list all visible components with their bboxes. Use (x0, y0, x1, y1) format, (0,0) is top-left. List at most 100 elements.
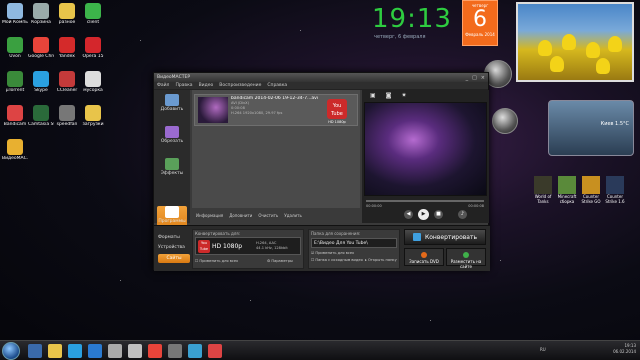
taskbar-app-icon[interactable] (208, 344, 222, 358)
game-shortcut[interactable]: World of Tanks (532, 176, 554, 204)
format-selector[interactable]: You Tube HD 1080p H.264, AAC 44.1 kHz, 12… (195, 237, 301, 255)
shortcut-icon (59, 3, 75, 19)
desktop-icon[interactable]: Bandicam (2, 105, 28, 127)
desktop-icon-label: µTorrent (5, 88, 25, 93)
devices-tab[interactable]: Устройства (158, 245, 190, 250)
menu-edit[interactable]: Правка (175, 83, 192, 88)
trim-button[interactable]: Обрезать (157, 126, 187, 154)
taskbar: RU 19:13 06.02.2014 (0, 340, 640, 360)
preview-panel: ▣ ◙ ✷ 00:00:00 00:00:08 ◀ ▶ ■ ♪ (362, 90, 489, 223)
effects-button[interactable]: Эффекты (157, 158, 187, 186)
convert-button[interactable]: Конвертировать (404, 229, 486, 245)
crop-icon[interactable]: ▣ (370, 92, 376, 99)
menu-help[interactable]: Справка (267, 83, 287, 88)
conversion-panel: Форматы Устройства Сайты Конвертировать … (154, 225, 490, 271)
game-label: Counter Strike 1.6 (605, 194, 625, 204)
time-end: 00:00:08 (468, 204, 484, 208)
menu-file[interactable]: Файл (157, 83, 169, 88)
save-apply-all-label: Применить для всех (315, 251, 355, 255)
apply-all-label: Применить для всех (199, 259, 239, 263)
taskbar-app-icon[interactable] (88, 344, 102, 358)
start-button[interactable] (2, 342, 20, 360)
shortcut-icon (33, 105, 49, 121)
save-path-input[interactable]: E:\Видео Для You Tube\ (311, 238, 397, 248)
youtube-target-icon[interactable]: You Tube HD 1080p (327, 99, 347, 124)
delete-button[interactable]: Удалить (284, 213, 302, 218)
desktop-icon[interactable]: Корзина (28, 3, 54, 25)
open-folder-button[interactable]: ▸ Открыть папку (365, 258, 397, 262)
desktop-icon[interactable]: разное (54, 3, 80, 25)
add-button[interactable]: Добавить (157, 94, 187, 122)
effects-icon (165, 158, 179, 170)
maximize-button[interactable]: □ (472, 75, 477, 81)
menu-bar: Файл Правка Видео Воспроизведение Справк… (154, 82, 488, 90)
game-shortcut[interactable]: Counter Strike GO (580, 176, 602, 204)
desktop-icon[interactable]: Camtasia Studio 8 (28, 105, 54, 127)
brightness-icon[interactable]: ✷ (402, 92, 407, 99)
desktop-icon[interactable]: Yandex (54, 37, 80, 59)
formats-tab[interactable]: Форматы (158, 235, 190, 240)
save-source-folder[interactable]: ☐ Папка с исходным видео (311, 258, 363, 262)
gadget-orb-2[interactable] (492, 108, 518, 134)
sites-tab[interactable]: Сайты (158, 254, 190, 263)
language-indicator[interactable]: RU (540, 347, 546, 352)
desktop-icon-label: CCleaner (56, 88, 78, 93)
clock-date: четверг, 6 февраля (374, 34, 426, 40)
desktop-icon[interactable]: speedfan (54, 105, 80, 127)
weather-text: Киев 1.5°C (600, 121, 629, 127)
save-label: Папка для сохранения: (311, 231, 361, 236)
taskbar-app-icon[interactable] (28, 344, 42, 358)
desktop-icon[interactable]: CCleaner (54, 71, 80, 93)
upload-button[interactable]: Разместить на сайте (446, 248, 486, 269)
desktop-icon[interactable]: µTorrent (2, 71, 28, 93)
taskbar-app-icon[interactable] (108, 344, 122, 358)
snapshot-icon[interactable]: ◙ (386, 92, 392, 99)
game-shortcut[interactable]: Counter Strike 1.6 (604, 176, 626, 204)
taskbar-app-icon[interactable] (68, 344, 82, 358)
apply-all-checkbox[interactable]: ☐ Применить для всех (195, 259, 238, 263)
game-shortcut[interactable]: Minecraft сборка (556, 176, 578, 204)
desktop-icon[interactable]: ВидеоМАС... (2, 139, 28, 161)
taskbar-app-icon[interactable] (188, 344, 202, 358)
menu-playback[interactable]: Воспроизведение (219, 83, 261, 88)
play-button[interactable]: ▶ (418, 209, 429, 220)
format-spec-2: 44.1 kHz, 128kbit (256, 246, 288, 250)
timeline-slider[interactable] (366, 200, 484, 202)
menu-video[interactable]: Видео (199, 83, 214, 88)
game-label: World of Tanks (534, 194, 552, 204)
minimize-button[interactable]: _ (466, 75, 469, 81)
trim-label: Обрезать (160, 139, 184, 144)
close-button[interactable]: × (481, 75, 485, 81)
open-folder-label: Открыть папку (367, 258, 397, 262)
stop-button[interactable]: ■ (434, 210, 443, 219)
params-button[interactable]: ⚙ Параметры (267, 259, 293, 263)
system-clock[interactable]: 19:13 06.02.2014 (613, 343, 636, 355)
taskbar-app-icon[interactable] (128, 344, 142, 358)
desktop-icon[interactable]: Skype (28, 71, 54, 93)
save-apply-all[interactable]: ☑ Применить для всех (311, 251, 354, 255)
taskbar-app-icon[interactable] (48, 344, 62, 358)
desktop-icon-label: client (86, 20, 100, 25)
prev-frame-button[interactable]: ◀ (404, 210, 413, 219)
desktop-icon[interactable]: client (80, 3, 106, 25)
join-button[interactable]: Доповнити (229, 213, 252, 218)
burn-dvd-button[interactable]: Записать DVD (404, 248, 444, 266)
volume-icon[interactable]: ♪ (458, 210, 467, 219)
file-item[interactable]: bandicam 2014-02-06 19-12-34-7...avi AVI… (194, 94, 358, 126)
desktop-icon[interactable]: мусорка (80, 71, 106, 93)
game-label: Minecraft сборка (557, 194, 577, 204)
photo-gadget (516, 2, 634, 82)
title-bar[interactable]: ВидеоМАСТЕР _ □ × (154, 73, 488, 82)
file-codec: H.264 1920x1080, 29.97 fps (231, 111, 283, 115)
calendar-gadget: четверг 6 Февраль 2014 (462, 0, 498, 46)
desktop-icon[interactable]: Мой Компьютер (2, 3, 28, 25)
clear-button[interactable]: Очистить (258, 213, 278, 218)
taskbar-app-icon[interactable] (168, 344, 182, 358)
info-button[interactable]: Информация (196, 213, 223, 218)
desktop-icon[interactable]: Google Chrome (28, 37, 54, 59)
desktop-icon[interactable]: Uvon (2, 37, 28, 59)
taskbar-app-icon[interactable] (148, 344, 162, 358)
desktop-icon[interactable]: Opera 15 (80, 37, 106, 59)
scissors-icon (165, 126, 179, 138)
desktop-icon[interactable]: загрузки (80, 105, 106, 127)
